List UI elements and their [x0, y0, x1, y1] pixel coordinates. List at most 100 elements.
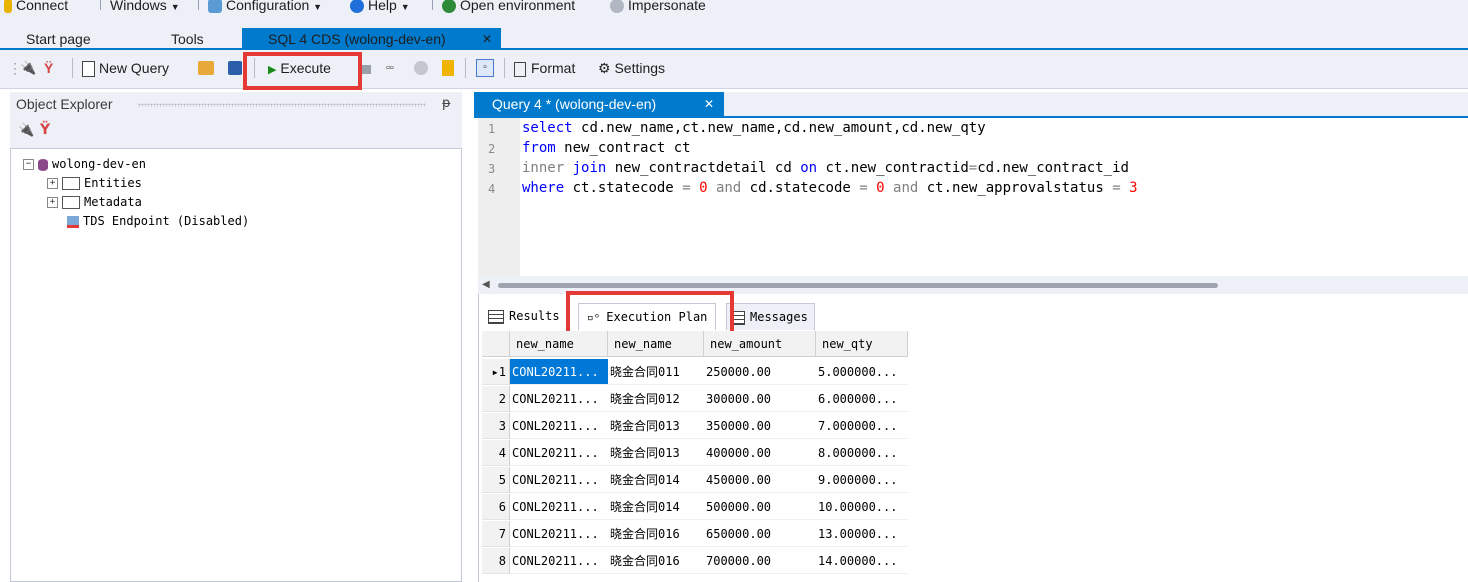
- grid-cell[interactable]: 700000.00: [704, 548, 816, 574]
- close-icon[interactable]: ✕: [482, 28, 492, 50]
- sql-editor[interactable]: 1 2 3 4 select cd.new_name,ct.new_name,c…: [478, 118, 1468, 276]
- scrollbar-thumb[interactable]: [498, 283, 1218, 288]
- menu-impersonate-label: Impersonate: [628, 0, 706, 13]
- tree-node-root[interactable]: − wolong-dev-en: [23, 155, 146, 173]
- tree-node-tds-endpoint[interactable]: TDS Endpoint (Disabled): [67, 212, 249, 230]
- menu-impersonate[interactable]: Impersonate: [610, 0, 706, 15]
- connect-icon[interactable]: 🔌: [20, 58, 36, 78]
- pin-icon[interactable]: ᵽ: [442, 96, 451, 111]
- menu-help-label: Help: [368, 0, 397, 13]
- grid-cell[interactable]: 晓金合同014: [608, 467, 704, 493]
- row-header[interactable]: 5: [482, 467, 510, 493]
- commit-icon[interactable]: [442, 60, 454, 76]
- messages-icon: [733, 310, 745, 325]
- grid-cell[interactable]: 8.000000...: [816, 440, 908, 466]
- menu-configuration[interactable]: Configuration ▼: [208, 0, 322, 15]
- grid-cell[interactable]: CONL20211...: [510, 521, 608, 547]
- database-icon: [38, 158, 48, 171]
- globe-icon: [442, 0, 456, 14]
- grid-cell[interactable]: 13.00000...: [816, 521, 908, 547]
- grid-cell[interactable]: 晓金合同016: [608, 548, 704, 574]
- grid-cell[interactable]: CONL20211...: [510, 359, 608, 385]
- grid-cell[interactable]: CONL20211...: [510, 386, 608, 412]
- row-header[interactable]: 3: [482, 413, 510, 439]
- grid-cell[interactable]: 650000.00: [704, 521, 816, 547]
- tab-start-page[interactable]: Start page: [26, 28, 91, 50]
- grid-cell[interactable]: 晓金合同016: [608, 521, 704, 547]
- tree-node-entities-label: Entities: [84, 176, 142, 190]
- estimated-plan-icon[interactable]: ▫▫: [386, 58, 394, 78]
- tree-node-metadata[interactable]: + Metadata: [47, 193, 142, 211]
- grid-cell[interactable]: 9.000000...: [816, 467, 908, 493]
- folder-icon: [62, 177, 80, 190]
- grip-pattern: [138, 103, 426, 107]
- grid-cell[interactable]: 晓金合同014: [608, 494, 704, 520]
- grid-cell[interactable]: CONL20211...: [510, 494, 608, 520]
- disconnect-icon[interactable]: Ÿ: [44, 58, 53, 78]
- column-header[interactable]: new_name: [608, 331, 704, 357]
- grid-cell[interactable]: CONL20211...: [510, 413, 608, 439]
- cancel-icon[interactable]: [414, 61, 428, 75]
- row-header[interactable]: 4: [482, 440, 510, 466]
- collapse-icon[interactable]: −: [23, 159, 34, 170]
- row-header[interactable]: 6: [482, 494, 510, 520]
- tree-node-entities[interactable]: + Entities: [47, 174, 142, 192]
- grid-cell[interactable]: 350000.00: [704, 413, 816, 439]
- grid-cell[interactable]: 晓金合同011: [608, 359, 704, 385]
- grid-cell[interactable]: 10.00000...: [816, 494, 908, 520]
- row-header[interactable]: 2: [482, 386, 510, 412]
- expand-icon[interactable]: +: [47, 178, 58, 189]
- line-number: 4: [488, 182, 496, 196]
- document-tab-strip: Start page Tools SQL 4 CDS (wolong-dev-e…: [0, 18, 1468, 50]
- column-header[interactable]: new_qty: [816, 331, 908, 357]
- grid-corner[interactable]: [482, 331, 510, 357]
- row-header[interactable]: 8: [482, 548, 510, 574]
- row-header[interactable]: 7: [482, 521, 510, 547]
- tab-messages-label: Messages: [750, 310, 808, 324]
- code-line-3: inner join new_contractdetail cd on ct.n…: [522, 160, 1129, 176]
- new-query-button[interactable]: New Query: [82, 58, 169, 78]
- close-icon[interactable]: ✕: [704, 92, 714, 116]
- save-icon[interactable]: [228, 61, 242, 75]
- grid-cell[interactable]: CONL20211...: [510, 548, 608, 574]
- grid-cell[interactable]: CONL20211...: [510, 440, 608, 466]
- disconnect-icon[interactable]: Ÿ: [40, 122, 50, 138]
- format-label: Format: [531, 60, 576, 76]
- grid-cell[interactable]: 400000.00: [704, 440, 816, 466]
- tab-tools[interactable]: Tools: [171, 28, 204, 50]
- menu-help[interactable]: Help ▼: [350, 0, 410, 15]
- grid-cell[interactable]: 5.000000...: [816, 359, 908, 385]
- row-header[interactable]: ▸1: [482, 359, 510, 385]
- grid-cell[interactable]: 300000.00: [704, 386, 816, 412]
- grid-cell[interactable]: 14.00000...: [816, 548, 908, 574]
- grid-cell[interactable]: 6.000000...: [816, 386, 908, 412]
- include-plan-icon[interactable]: ▫: [476, 59, 494, 77]
- tab-results[interactable]: Results: [488, 303, 560, 329]
- menu-connect[interactable]: Connect: [4, 0, 68, 15]
- menu-open-environment[interactable]: Open environment: [442, 0, 575, 15]
- grid-cell[interactable]: 7.000000...: [816, 413, 908, 439]
- grid-cell[interactable]: 500000.00: [704, 494, 816, 520]
- connect-icon[interactable]: 🔌: [18, 123, 34, 138]
- toolbar-separator: [72, 58, 73, 78]
- format-button[interactable]: Format: [514, 58, 575, 78]
- column-header[interactable]: new_name: [510, 331, 608, 357]
- settings-button[interactable]: ⚙ Settings: [598, 58, 665, 78]
- grid-cell[interactable]: 450000.00: [704, 467, 816, 493]
- tab-sql4cds[interactable]: SQL 4 CDS (wolong-dev-en) ✕: [242, 28, 501, 50]
- menu-windows[interactable]: Windows ▼: [110, 0, 180, 15]
- grid-cell[interactable]: 250000.00: [704, 359, 816, 385]
- tab-query-4[interactable]: Query 4 * (wolong-dev-en) ✕: [474, 92, 724, 116]
- grid-cell[interactable]: 晓金合同012: [608, 386, 704, 412]
- column-header[interactable]: new_amount: [704, 331, 816, 357]
- expand-icon[interactable]: +: [47, 197, 58, 208]
- grid-cell[interactable]: CONL20211...: [510, 467, 608, 493]
- impersonate-icon: [610, 0, 624, 14]
- results-grid: new_name new_name new_amount new_qty ▸1 CONL2…: [482, 331, 908, 582]
- tab-messages[interactable]: Messages: [726, 303, 815, 330]
- stop-icon[interactable]: [362, 65, 371, 74]
- scroll-left-icon[interactable]: ◀: [482, 279, 490, 290]
- grid-cell[interactable]: 晓金合同013: [608, 440, 704, 466]
- grid-cell[interactable]: 晓金合同013: [608, 413, 704, 439]
- open-folder-icon[interactable]: [198, 61, 214, 75]
